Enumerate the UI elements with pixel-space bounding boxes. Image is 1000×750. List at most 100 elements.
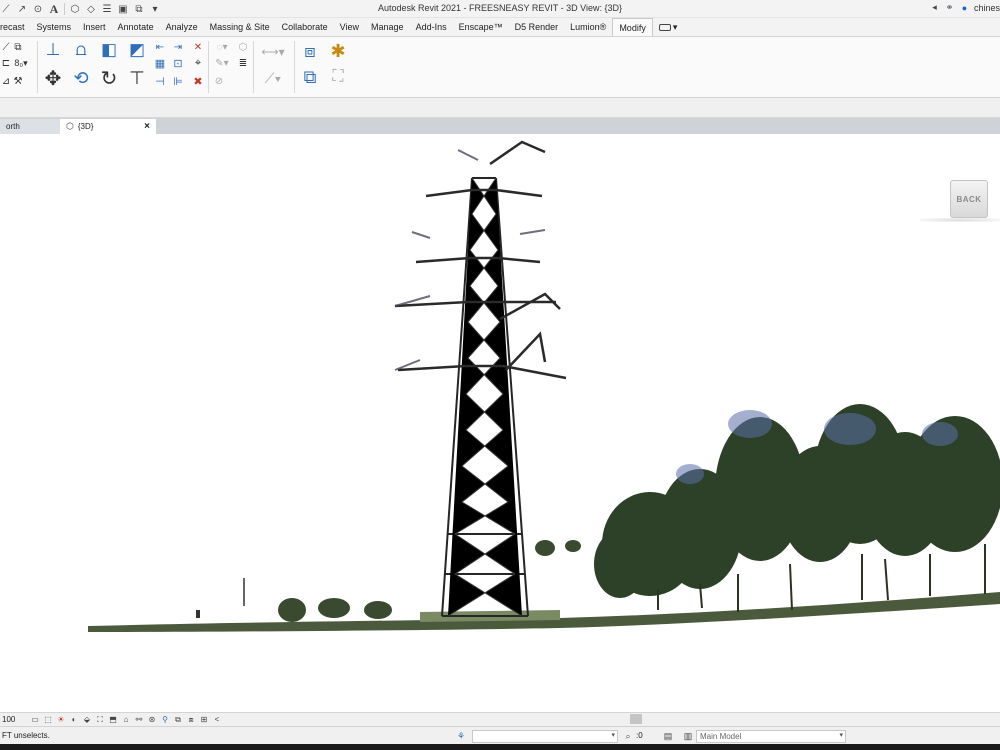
view-tab-3d[interactable]: ⬡ {3D} × — [60, 119, 156, 134]
split-element-icon[interactable]: ⇤ — [154, 41, 166, 53]
filter-count: :0 — [636, 731, 643, 740]
tab-insert[interactable]: Insert — [77, 18, 112, 36]
create-similar-icon[interactable]: ⛶ — [326, 67, 350, 87]
trim-extend-icon[interactable]: ⊤ — [126, 67, 148, 89]
tab-collaborate[interactable]: Collaborate — [276, 18, 334, 36]
ribbon-panel-modify: ⟋ ⧉ ⊏ 8₀▾ ⊿ ⚒ ⊥ ⩍ ◧ ◩ ✥ ⟲ ↻ ⊤ ⇤ ⇥ ✕ ▦ ⊡ … — [0, 36, 1000, 98]
mirror-axis-icon[interactable]: ◧ — [98, 40, 120, 59]
delete-icon[interactable]: ✕ — [192, 41, 204, 53]
join-icon[interactable]: ⧉ — [12, 41, 24, 53]
unlocked-view-icon[interactable]: ⌂ — [121, 715, 131, 725]
array-icon[interactable]: ▦ — [154, 57, 166, 70]
temporary-hide-icon[interactable]: ⚯ — [134, 715, 144, 725]
design-option-dropdown[interactable]: Main Model ▾ — [696, 730, 846, 743]
tab-view[interactable]: View — [334, 18, 365, 36]
rotate-icon[interactable]: ↻ — [98, 67, 120, 90]
show-crop-region-icon[interactable]: ⬒ — [108, 715, 118, 725]
detail-level-icon[interactable]: ▭ — [30, 715, 40, 725]
tab-annotate[interactable]: Annotate — [112, 18, 160, 36]
window-title: Autodesk Revit 2021 - FREESNEASY REVIT -… — [377, 3, 623, 13]
aligned-dimension-icon[interactable]: ⟋▾ — [258, 69, 288, 87]
offset-icon[interactable]: ⩍ — [70, 40, 92, 59]
ribbon-separator — [294, 41, 295, 93]
pin-icon[interactable]: ⌖ — [192, 57, 204, 69]
sun-path-icon[interactable]: ☀ — [56, 715, 66, 725]
view-control-bar: 100 ▭ ⬚ ☀ ◐ ⬙ ⛶ ⬒ ⌂ ⚯ ⊛ ⚲ ⧉ ⧈ ⊞ < — [0, 712, 1000, 726]
split-gap-icon[interactable]: ⇥ — [172, 41, 184, 53]
tab-add-ins[interactable]: Add-Ins — [410, 18, 453, 36]
view-tab-north[interactable]: orth — [0, 119, 60, 134]
chevron-down-icon: ▾ — [611, 732, 615, 739]
viewcube-shadow — [920, 218, 1000, 222]
tower-bracing — [447, 177, 523, 617]
ribbon-minimize-toggle[interactable]: ▾ — [653, 18, 684, 36]
temporary-view-properties-icon[interactable]: ⧉ — [173, 715, 183, 725]
3d-view-icon: ⬡ — [66, 121, 74, 131]
cut-geometry-icon[interactable]: ⊏ — [0, 57, 12, 69]
ribbon-separator — [37, 41, 38, 93]
exchange-arrow-icon[interactable]: ◂ — [929, 2, 940, 13]
tab-lumion[interactable]: Lumion® — [564, 18, 612, 36]
main-model-toggle-icon[interactable]: ▥ — [682, 730, 694, 742]
create-parts-icon[interactable]: ✱ — [326, 41, 350, 61]
active-workset-dropdown[interactable]: ▾ — [472, 730, 618, 743]
linework-icon[interactable]: ✎▾ — [212, 57, 232, 69]
demolish-icon[interactable]: ⊘ — [212, 75, 226, 87]
close-icon[interactable]: × — [144, 121, 150, 132]
worksets-icon[interactable]: ⚘ — [455, 730, 467, 742]
design-options-icon[interactable]: ▤ — [662, 730, 674, 742]
shadows-icon[interactable]: ◐ — [69, 715, 79, 725]
scale-icon[interactable]: ⊡ — [172, 57, 184, 70]
unpin-icon[interactable]: ✖ — [192, 75, 204, 88]
viewcube-back-button[interactable]: BACK — [950, 180, 988, 218]
worksharing-display-icon[interactable]: ⚲ — [160, 715, 170, 725]
geometry-icon[interactable]: ⟋ — [0, 41, 12, 53]
view-control-icons: ▭ ⬚ ☀ ◐ ⬙ ⛶ ⬒ ⌂ ⚯ ⊛ ⚲ ⧉ ⧈ ⊞ < — [30, 715, 222, 725]
override-graphics-icon[interactable]: ⬡ — [236, 41, 250, 53]
trim-multiple-icon[interactable]: ⊫ — [172, 75, 184, 88]
copy-icon[interactable]: ⟲ — [70, 67, 92, 89]
tab-systems[interactable]: Systems — [31, 18, 78, 36]
crop-view-icon[interactable]: ⛶ — [95, 715, 105, 725]
tab-d5-render[interactable]: D5 Render — [509, 18, 565, 36]
title-bar: ⟋ ↗ ⊙ A ⬡ ◇ ☰ ▣ ⧉ ▾ Autodesk Revit 2021 … — [0, 0, 1000, 18]
move-icon[interactable]: ✥ — [42, 67, 64, 90]
point-cloud-scene — [88, 140, 1000, 632]
lightbulb-icon[interactable]: ◌▾ — [212, 41, 232, 53]
rendering-icon[interactable]: ⬙ — [82, 715, 92, 725]
analytical-model-icon[interactable]: ⧈ — [186, 715, 196, 725]
horizontal-scroll-thumb[interactable] — [630, 714, 642, 724]
ribbon-panel-labels-bar — [0, 98, 1000, 118]
tab-analyze[interactable]: Analyze — [160, 18, 204, 36]
binoculars-icon[interactable]: ⚭ — [944, 2, 955, 13]
tab-enscape[interactable]: Enscape™ — [453, 18, 509, 36]
link-icon[interactable]: 8₀▾ — [12, 57, 30, 69]
constraints-icon[interactable]: ⊞ — [199, 715, 209, 725]
view-scale[interactable]: 100 — [0, 715, 26, 724]
ribbon-separator — [208, 41, 209, 93]
user-icon[interactable]: ● — [959, 2, 970, 13]
3d-viewport[interactable]: BACK — [0, 134, 1000, 712]
align-icon[interactable]: ⊥ — [42, 40, 64, 59]
ribbon-toggle-icon — [658, 23, 671, 31]
editable-only-icon[interactable]: ⌕ — [622, 730, 634, 742]
hide-element-icon[interactable]: ≣ — [236, 57, 250, 69]
paint-icon[interactable]: ⊿ — [0, 75, 12, 87]
tab-precast[interactable]: recast — [0, 18, 31, 36]
user-name[interactable]: chines — [974, 3, 1000, 13]
create-assembly-icon[interactable]: ⧈ — [298, 41, 322, 61]
collapse-view-bar[interactable]: < — [212, 715, 222, 725]
mirror-draw-icon[interactable]: ◩ — [126, 40, 148, 59]
shrubs — [278, 540, 581, 622]
create-group-icon[interactable]: ⧉ — [298, 67, 322, 87]
tab-manage[interactable]: Manage — [365, 18, 410, 36]
visual-style-icon[interactable]: ⬚ — [43, 715, 53, 725]
reveal-hidden-icon[interactable]: ⊛ — [147, 715, 157, 725]
ribbon-tabs: recast Systems Insert Annotate Analyze M… — [0, 18, 1000, 36]
wall-joins-icon[interactable]: ⚒ — [12, 75, 24, 87]
user-area: ◂ ⚭ ● chines — [929, 2, 1000, 13]
trim-single-icon[interactable]: ⊣ — [154, 75, 166, 88]
measure-between-icon[interactable]: ⟷▾ — [258, 45, 288, 59]
tab-massing-site[interactable]: Massing & Site — [204, 18, 276, 36]
tab-modify[interactable]: Modify — [612, 18, 653, 36]
